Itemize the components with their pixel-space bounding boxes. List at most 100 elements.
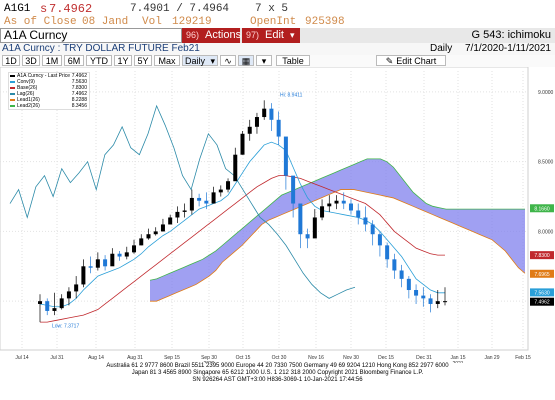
x-tick-label: Jan 29 — [484, 355, 499, 361]
candle-body — [421, 295, 426, 299]
candle-body — [160, 224, 165, 232]
candle-body — [435, 301, 440, 304]
candle-body — [146, 234, 151, 239]
security-description-bar: A1A Curncy : TRY DOLLAR FUTURE Feb21 Dai… — [0, 43, 555, 55]
candle-body — [117, 253, 122, 257]
candle-body — [132, 245, 137, 253]
legend-swatch — [10, 87, 15, 89]
table-label: Table — [282, 56, 304, 66]
candle-body — [443, 301, 447, 303]
candle-body — [399, 270, 404, 279]
y-tick-label: 8.5000 — [538, 160, 554, 166]
chevron-down-icon: ▾ — [261, 56, 267, 66]
candle-body — [103, 259, 108, 267]
open-interest: 925398 — [305, 16, 345, 28]
candle-body — [74, 284, 79, 292]
tab-1m[interactable]: 1M — [42, 55, 62, 66]
footer-line-1: Australia 61 2 9777 8600 Brazil 5511 239… — [106, 363, 449, 369]
candle-body — [377, 234, 382, 246]
edit-label: Edit — [265, 29, 284, 41]
legend-swatch — [10, 105, 15, 107]
tab-6m[interactable]: 6M — [64, 55, 84, 66]
x-tick-label: Nov 16 — [308, 355, 324, 361]
candle-body — [262, 108, 267, 118]
chart-area[interactable]: Jul 14 Jul 31 Aug 14 Aug 31 Sep 15 Sep 30 Oct … — [0, 67, 555, 400]
edit-chart-button[interactable]: ✎ Edit Chart — [376, 55, 446, 66]
high-annotation: Hi: 8.9411 — [280, 92, 303, 98]
ticker: A1G1 — [4, 3, 31, 15]
tab-ytd[interactable]: YTD — [86, 55, 112, 66]
legend-item: Lead2(26) 8.3456 — [9, 103, 89, 109]
candle-body — [59, 298, 64, 309]
candle-body — [414, 290, 419, 296]
bar-chart-button[interactable]: ▦ — [238, 55, 254, 66]
axis-value-label: 7.8300 — [534, 253, 550, 259]
study-title: G 543: ichimoku — [471, 29, 551, 41]
edit-button[interactable]: 97) Edit ▾ — [242, 28, 300, 43]
candle-body — [356, 210, 361, 218]
frequency-select[interactable]: Daily ▾ — [182, 55, 218, 66]
tab-1y[interactable]: 1Y — [114, 55, 132, 66]
actions-button[interactable]: 96)Actions▾ — [182, 28, 252, 43]
table-button[interactable]: Table — [276, 55, 310, 66]
tab-label: 1D — [5, 56, 17, 66]
line-chart-button[interactable]: ∿ — [220, 55, 236, 66]
candle-body — [269, 108, 274, 120]
candle-body — [182, 210, 187, 212]
low-annotation: Low: 7.3717 — [52, 323, 79, 329]
candle-body — [226, 181, 231, 190]
bid-ask-size: 7 x 5 — [255, 3, 289, 15]
tab-label: 1Y — [117, 56, 129, 66]
last-prefix: s — [40, 2, 48, 16]
axis-value-label: 7.6965 — [534, 272, 550, 278]
candle-body — [428, 298, 433, 304]
axis-value-label: 7.4962 — [534, 300, 550, 306]
tab-max[interactable]: Max — [154, 55, 180, 66]
x-tick-label: Jul 31 — [50, 355, 64, 361]
candle-body — [327, 203, 332, 207]
candle-body — [392, 259, 397, 271]
line-chart-icon: ∿ — [224, 56, 232, 66]
x-tick-label: Oct 15 — [236, 355, 251, 361]
candle-body — [276, 119, 281, 137]
candle-body — [45, 301, 50, 311]
security-input-value: A1A Curncy — [4, 28, 68, 42]
legend-name: Lead2(26) — [17, 103, 40, 109]
pencil-icon: ✎ — [385, 56, 394, 66]
tab-3d[interactable]: 3D — [22, 55, 40, 66]
tab-1d[interactable]: 1D — [2, 55, 20, 66]
candle-body — [348, 203, 353, 211]
vol-label: Vol — [142, 16, 162, 28]
security-input[interactable]: A1A Curncy — [0, 28, 182, 43]
candle-body — [283, 136, 288, 176]
tab-label: YTD — [90, 56, 108, 66]
candle-body — [312, 217, 317, 239]
quote-header: A1G1 s 7.4962 7.4901 / 7.4964 7 x 5 As o… — [0, 0, 555, 30]
candle-body — [334, 200, 339, 204]
legend-swatch — [10, 81, 15, 83]
candle-body — [95, 259, 100, 268]
tab-label: 6M — [67, 56, 81, 66]
date-range: 7/1/2020-1/11/2021 — [464, 43, 551, 54]
chevron-down-icon: ▾ — [210, 56, 215, 66]
candle-body — [52, 308, 57, 311]
candle-body — [305, 234, 310, 239]
candle-body — [88, 266, 93, 268]
x-tick-label: Jul 14 — [15, 355, 29, 361]
candle-body — [298, 203, 303, 235]
candle-body — [197, 197, 202, 201]
security-description: A1A Curncy : TRY DOLLAR FUTURE Feb21 — [2, 43, 200, 54]
candle-body — [385, 245, 390, 260]
candle-body — [240, 133, 245, 155]
tab-label: 5Y — [137, 56, 149, 66]
axis-value-label: 8.1660 — [534, 206, 550, 212]
footer-line-2: Japan 81 3 4565 8900 Singapore 65 6212 1… — [131, 370, 424, 376]
axis-value-label: 7.5630 — [534, 290, 550, 296]
candle-body — [254, 117, 259, 127]
price-chart[interactable]: Jul 14 Jul 31 Aug 14 Aug 31 Sep 15 Sep 30 Oct … — [0, 67, 555, 363]
frequency-value: Daily — [185, 56, 206, 66]
more-button[interactable]: ▾ — [256, 55, 272, 66]
candle-body — [175, 211, 180, 218]
tab-5y[interactable]: 5Y — [134, 55, 152, 66]
candle-body — [247, 126, 252, 134]
